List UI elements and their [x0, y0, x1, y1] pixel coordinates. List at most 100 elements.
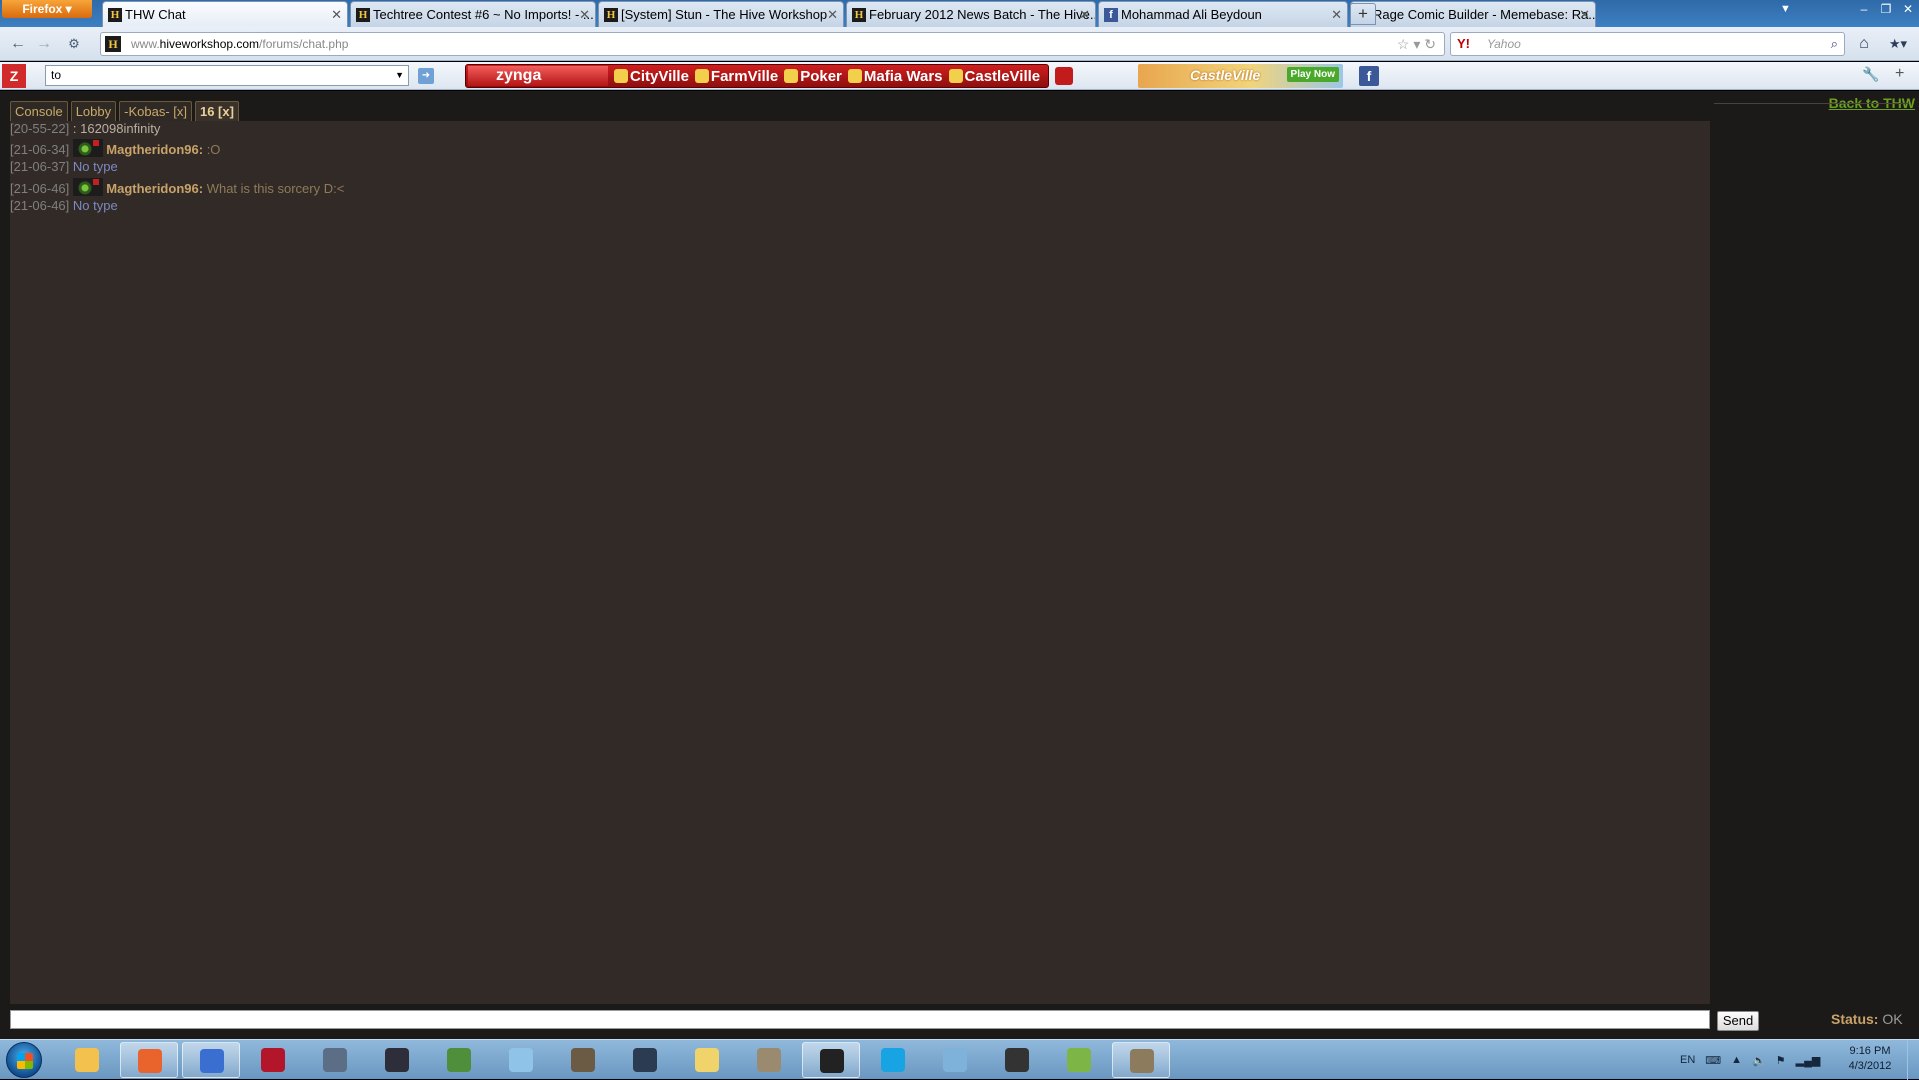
taskbar-media-button[interactable] — [616, 1042, 674, 1078]
chat-message: [21-06-46] Magtheridon96: What is this so… — [10, 178, 344, 196]
system-tray: EN ⌨ ▲ 🔈 ⚑ ▂▄▆ — [1680, 1040, 1820, 1080]
tab-kobas[interactable]: -Kobas- [x] — [119, 101, 192, 121]
navigation-bar: ← → ⚙ H www.hiveworkshop.com/forums/chat… — [0, 27, 1919, 61]
tab-rage-comic[interactable]: M Rage Comic Builder - Memebase: Ra... ✕ — [1350, 1, 1596, 27]
taskbar-people-button[interactable] — [926, 1042, 984, 1078]
chat-log: [20-55-22] : 162098infinity [21-06-34] Ma… — [10, 121, 1710, 1004]
tab-title: [System] Stun - The Hive Workshop — [621, 7, 828, 22]
game-label: CityVille — [630, 67, 689, 85]
close-icon[interactable]: ✕ — [1331, 2, 1342, 27]
tab-16[interactable]: 16 [x] — [194, 101, 239, 121]
language-indicator[interactable]: EN — [1680, 1054, 1695, 1066]
tab-facebook-profile[interactable]: f Mohammad Ali Beydoun ✕ — [1098, 1, 1348, 27]
chat-message-input[interactable] — [10, 1010, 1710, 1029]
show-desktop-button[interactable] — [1907, 1040, 1919, 1080]
tab-lobby[interactable]: Lobby — [70, 101, 117, 121]
close-icon[interactable]: ✕ — [331, 2, 342, 27]
taskbar-steam-button[interactable] — [988, 1042, 1046, 1078]
start-button-icon[interactable] — [6, 1042, 42, 1078]
tab-thw-chat[interactable]: H THW Chat ✕ — [102, 1, 348, 27]
castleville-banner[interactable]: CastleVille Play Now — [1138, 64, 1343, 88]
nickname[interactable]: Magtheridon96: — [106, 142, 203, 157]
yahoo-engine-icon[interactable]: Y! — [1457, 36, 1470, 51]
dice-icon[interactable] — [1055, 67, 1073, 85]
play-now-button[interactable]: Play Now — [1286, 67, 1339, 82]
search-icon[interactable]: ⌕ — [1831, 33, 1838, 55]
game-castleville[interactable]: CastleVille — [948, 68, 1040, 85]
bookmarks-menu-icon[interactable]: ★▾ — [1882, 33, 1914, 55]
window-close-icon[interactable]: ✕ — [1897, 0, 1919, 18]
taskbar-paint-button[interactable] — [678, 1042, 736, 1078]
bookmark-star-icon[interactable]: ☆ ▾ ↻ — [1397, 33, 1436, 55]
url-host: hiveworkshop.com — [159, 37, 260, 51]
tab-techtree-contest[interactable]: H Techtree Contest #6 ~ No Imports! - ..… — [350, 1, 596, 27]
tab-console[interactable]: Console — [10, 101, 68, 121]
nickname[interactable]: Magtheridon96: — [106, 181, 203, 196]
timestamp: [21-06-34] — [10, 142, 70, 157]
taskbar-notepad-button[interactable] — [492, 1042, 550, 1078]
zynga-logo[interactable]: zynga — [468, 66, 608, 86]
game-farmville[interactable]: FarmVille — [694, 68, 778, 85]
windows-taskbar: EN ⌨ ▲ 🔈 ⚑ ▂▄▆ 9:16 PM 4/3/2012 — [0, 1039, 1919, 1080]
game-icon — [385, 1048, 409, 1072]
restore-icon[interactable]: ❐ — [1875, 0, 1897, 18]
taskbar-explorer-button[interactable] — [58, 1042, 116, 1078]
volume-icon[interactable]: 🔈 — [1752, 1054, 1766, 1067]
taskbar-firefox-button[interactable] — [120, 1042, 178, 1078]
tab-list-arrow-icon[interactable]: ▼ — [1780, 3, 1791, 15]
home-icon[interactable]: ⌂ — [1850, 33, 1878, 55]
show-hidden-icons-icon[interactable]: ▲ — [1731, 1054, 1742, 1066]
site-identity-icon[interactable]: ⚙ — [62, 32, 86, 56]
url-bar[interactable]: H www.hiveworkshop.com/forums/chat.php ☆… — [100, 32, 1445, 56]
facebook-favicon-icon: f — [1104, 8, 1118, 22]
taskbar-office-button[interactable] — [430, 1042, 488, 1078]
taskbar-editor-button[interactable] — [1112, 1042, 1170, 1078]
game-cityville[interactable]: CityVille — [614, 68, 689, 85]
game-poker[interactable]: Poker — [784, 68, 842, 85]
hive-favicon-icon: H — [852, 8, 866, 22]
action-center-flag-icon[interactable]: ⚑ — [1776, 1054, 1786, 1067]
wrench-icon[interactable]: 🔧 — [1862, 66, 1879, 83]
game-mafia-wars[interactable]: Mafia Wars — [847, 68, 943, 85]
timestamp: [21-06-46] — [10, 181, 70, 196]
taskbar-itunes-button[interactable] — [182, 1042, 240, 1078]
close-icon[interactable]: ✕ — [579, 2, 590, 27]
taskbar-clock[interactable]: 9:16 PM 4/3/2012 — [1830, 1044, 1910, 1074]
tab-news-batch[interactable]: H February 2012 News Batch - The Hive...… — [846, 1, 1096, 27]
tab-system-stun[interactable]: H [System] Stun - The Hive Workshop ✕ — [598, 1, 844, 27]
send-button[interactable]: Send — [1717, 1011, 1759, 1031]
search-bar[interactable]: Y! Yahoo ⌕ — [1450, 32, 1845, 56]
tab-title: February 2012 News Batch - The Hive... — [869, 7, 1096, 22]
forward-arrow-icon[interactable]: → — [32, 32, 56, 56]
chevron-down-icon[interactable]: ▼ — [395, 66, 404, 85]
connection-status: Status: OK — [1831, 1011, 1903, 1027]
chat-tabs: Console Lobby -Kobas- [x] 16 [x] — [10, 101, 239, 121]
taskbar-game-button[interactable] — [368, 1042, 426, 1078]
hive-favicon-icon: H — [356, 8, 370, 22]
close-icon[interactable]: ✕ — [827, 2, 838, 27]
firefox-menu-button[interactable]: Firefox ▾ — [2, 0, 92, 18]
keyboard-icon[interactable]: ⌨ — [1705, 1054, 1721, 1067]
scroll-icon — [757, 1048, 781, 1072]
zynga-go-icon[interactable]: ➜ — [418, 68, 434, 84]
minimize-icon[interactable]: – — [1853, 0, 1875, 18]
taskbar-tools-button[interactable] — [554, 1042, 612, 1078]
close-icon[interactable]: ✕ — [1579, 2, 1590, 27]
taskbar-console-button[interactable] — [802, 1042, 860, 1078]
network-icon[interactable]: ▂▄▆ — [1796, 1054, 1821, 1067]
zynga-search-input[interactable]: to ▼ — [45, 65, 409, 86]
taskbar-skype-button[interactable] — [864, 1042, 922, 1078]
tab-title: THW Chat — [125, 7, 186, 22]
back-arrow-icon[interactable]: ← — [6, 32, 30, 56]
taskbar-app-red-button[interactable] — [244, 1042, 302, 1078]
taskbar-charts-button[interactable] — [1050, 1042, 1108, 1078]
castleville-icon — [948, 68, 963, 83]
facebook-notifications-icon[interactable]: f — [1359, 66, 1379, 86]
taskbar-disk-button[interactable] — [306, 1042, 364, 1078]
plus-icon[interactable]: + — [1895, 65, 1904, 83]
taskbar-scroll-button[interactable] — [740, 1042, 798, 1078]
new-tab-button[interactable]: + — [1350, 3, 1376, 25]
url-text: www.hiveworkshop.com/forums/chat.php — [131, 33, 348, 55]
close-icon[interactable]: ✕ — [1079, 2, 1090, 27]
zynga-dog-icon[interactable]: Z — [2, 64, 26, 88]
